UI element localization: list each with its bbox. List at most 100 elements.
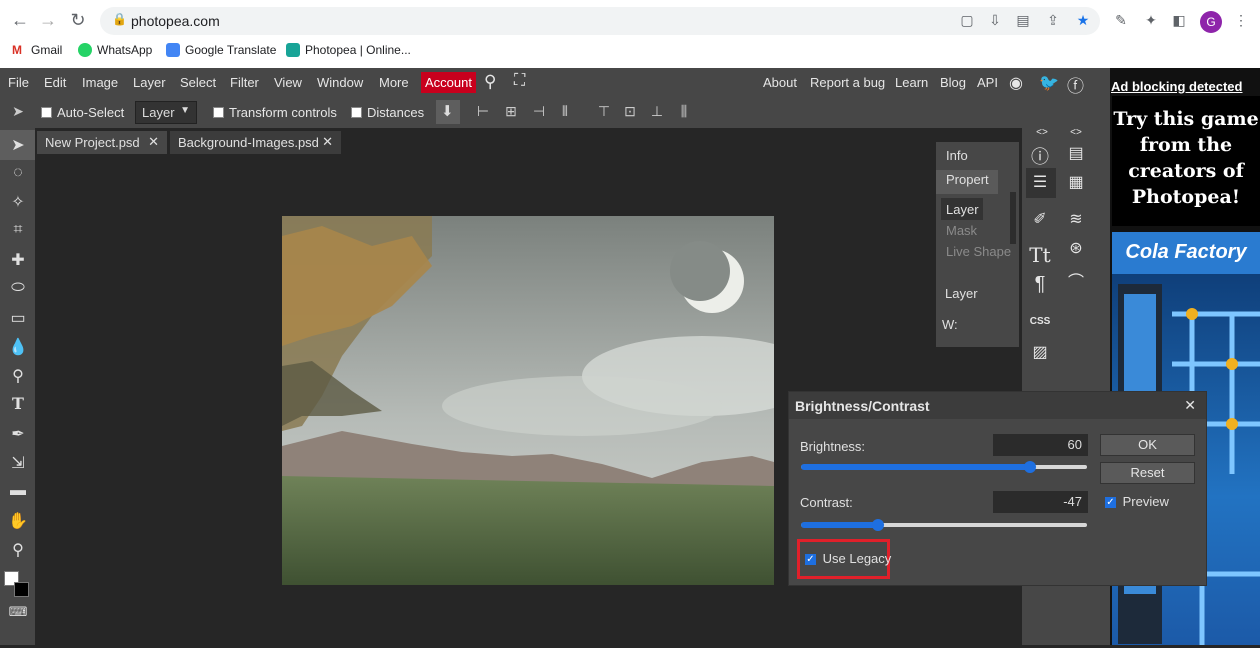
subtab-mask[interactable]: Mask — [946, 223, 977, 238]
profile-avatar[interactable]: G — [1200, 11, 1222, 33]
fullscreen-icon[interactable]: ⛶ — [514, 72, 525, 90]
panel-scrollbar[interactable] — [1010, 192, 1016, 244]
dodge-tool-icon[interactable]: ⚲ — [8, 366, 28, 386]
contrast-input[interactable]: -47 — [993, 491, 1088, 513]
align-top-icon[interactable]: ⊤ — [596, 103, 612, 121]
link-api[interactable]: API — [977, 75, 998, 90]
eyedropper-ext-icon[interactable]: ✎ — [1112, 12, 1130, 29]
ad-title[interactable]: Try this game from the creators of Photo… — [1112, 96, 1260, 226]
channels-icon[interactable]: ⊛ — [1064, 238, 1088, 258]
account-button[interactable]: Account — [421, 72, 476, 93]
contrast-handle[interactable] — [872, 519, 884, 531]
rectangle-tool-icon[interactable]: ▬ — [8, 482, 28, 502]
tab-properties[interactable]: Propert — [946, 172, 989, 187]
link-learn[interactable]: Learn — [895, 75, 928, 90]
tab-background-images[interactable]: Background-Images.psd ✕ — [170, 131, 341, 154]
magic-wand-icon[interactable]: ✧ — [8, 192, 28, 212]
bookmark-whatsapp[interactable]: WhatsApp — [78, 43, 152, 57]
menu-dots-icon[interactable]: ⋮ — [1232, 12, 1250, 29]
ad-game-logo[interactable]: Cola Factory — [1112, 232, 1260, 274]
auto-select-toggle[interactable]: Auto-Select — [41, 105, 124, 120]
reddit-icon[interactable]: ◉ — [1009, 73, 1023, 93]
css-icon[interactable]: CSS — [1028, 316, 1052, 327]
checkmark-icon[interactable]: ✓ — [805, 554, 816, 566]
crop-tool-icon[interactable]: ⌗ — [8, 221, 28, 241]
close-icon[interactable]: ✕ — [148, 134, 159, 150]
reset-button[interactable]: Reset — [1100, 462, 1195, 484]
gradient-tool-icon[interactable]: ▭ — [8, 308, 28, 328]
dialog-titlebar[interactable]: Brightness/Contrast ✕ — [789, 392, 1206, 419]
ad-blocking-link[interactable]: Ad blocking detected — [1111, 79, 1242, 94]
align-center-icon[interactable]: ⊞ — [503, 103, 519, 121]
lasso-tool-icon[interactable]: ◌ — [8, 164, 28, 184]
search-icon[interactable]: ⚲ — [484, 72, 496, 92]
use-legacy-toggle[interactable]: ✓ Use Legacy — [805, 551, 891, 566]
brightness-handle[interactable] — [1024, 461, 1036, 473]
document-canvas[interactable] — [282, 216, 774, 585]
auto-select-target-dropdown[interactable]: Layer ▼ — [135, 101, 197, 124]
zoom-tool-icon[interactable]: ⚲ — [8, 540, 28, 560]
align-right-icon[interactable]: ⊣ — [531, 103, 547, 121]
auto-select-checkbox[interactable] — [41, 107, 52, 118]
forward-icon[interactable]: → — [38, 10, 58, 31]
transform-controls-toggle[interactable]: Transform controls — [213, 105, 337, 120]
pen-tool-icon[interactable]: ✒ — [8, 424, 28, 444]
align-middle-icon[interactable]: ⊡ — [622, 103, 638, 121]
image-icon[interactable]: ▨ — [1028, 342, 1052, 362]
eraser-icon[interactable]: ⬭ — [8, 279, 28, 299]
move-tool-icon[interactable]: ➤ — [8, 135, 28, 155]
adjustments-icon[interactable]: ☰ — [1028, 172, 1052, 192]
reload-icon[interactable]: ↻ — [68, 10, 88, 31]
bookmark-google-translate[interactable]: Google Translate — [166, 43, 276, 57]
ok-button[interactable]: OK — [1100, 434, 1195, 456]
bookmark-gmail[interactable]: M Gmail — [12, 43, 62, 57]
preview-toggle[interactable]: ✓ Preview — [1105, 494, 1169, 509]
type-tool-icon[interactable]: T — [8, 394, 28, 414]
align-button[interactable]: ⬇ — [436, 100, 460, 124]
close-icon[interactable]: ✕ — [322, 134, 333, 150]
collapse-icon[interactable]: <> — [1030, 127, 1054, 138]
address-bar[interactable]: 🔒 photopea.com — [100, 7, 1100, 35]
collapse-icon[interactable]: <> — [1064, 127, 1088, 138]
link-about[interactable]: About — [763, 75, 797, 90]
keyboard-icon[interactable]: ⌨ — [8, 604, 28, 624]
menu-view[interactable]: View — [274, 75, 302, 90]
twitter-icon[interactable]: 🐦 — [1039, 73, 1059, 93]
paths-icon[interactable]: ⌒ — [1064, 268, 1088, 292]
tab-info[interactable]: Info — [946, 148, 968, 163]
menu-more[interactable]: More — [379, 75, 409, 90]
menu-filter[interactable]: Filter — [230, 75, 259, 90]
link-blog[interactable]: Blog — [940, 75, 966, 90]
character-icon[interactable]: Tt — [1028, 243, 1052, 267]
align-left-icon[interactable]: ⊢ — [475, 103, 491, 121]
paragraph-icon[interactable]: ¶ — [1028, 273, 1052, 296]
contrast-slider[interactable] — [801, 519, 1087, 531]
sidepanel-icon[interactable]: ◧ — [1170, 12, 1188, 29]
distribute-v-icon[interactable]: ⫼ — [674, 103, 694, 121]
transform-controls-checkbox[interactable] — [213, 107, 224, 118]
close-icon[interactable]: ✕ — [1184, 397, 1196, 414]
background-color-swatch[interactable] — [14, 582, 29, 597]
menu-file[interactable]: File — [8, 75, 29, 90]
page-icon[interactable]: ▢ — [958, 12, 976, 29]
link-report-bug[interactable]: Report a bug — [810, 75, 885, 90]
install-icon[interactable]: ⇩ — [986, 12, 1004, 29]
bookmark-star-icon[interactable]: ★ — [1074, 12, 1092, 29]
back-icon[interactable]: ← — [10, 10, 30, 31]
subtab-layer[interactable]: Layer — [946, 202, 979, 217]
distances-toggle[interactable]: Distances — [351, 105, 424, 120]
facebook-icon[interactable]: ⓕ — [1067, 72, 1084, 97]
distribute-h-icon[interactable]: ⫴ — [557, 103, 573, 121]
blur-tool-icon[interactable]: 💧 — [8, 337, 28, 357]
subtab-live-shape[interactable]: Live Shape — [946, 244, 1011, 259]
path-select-icon[interactable]: ⇲ — [8, 453, 28, 473]
menu-image[interactable]: Image — [82, 75, 118, 90]
menu-edit[interactable]: Edit — [44, 75, 66, 90]
checkmark-icon[interactable]: ✓ — [1105, 497, 1116, 509]
brush-icon[interactable]: ✐ — [1028, 209, 1052, 229]
extension-page-icon[interactable]: ▤ — [1014, 12, 1032, 29]
layers-icon[interactable]: ≋ — [1064, 209, 1088, 229]
tab-new-project[interactable]: New Project.psd ✕ — [37, 131, 167, 154]
info-icon[interactable]: ⓘ — [1028, 143, 1052, 169]
history-icon[interactable]: ▤ — [1064, 143, 1088, 163]
